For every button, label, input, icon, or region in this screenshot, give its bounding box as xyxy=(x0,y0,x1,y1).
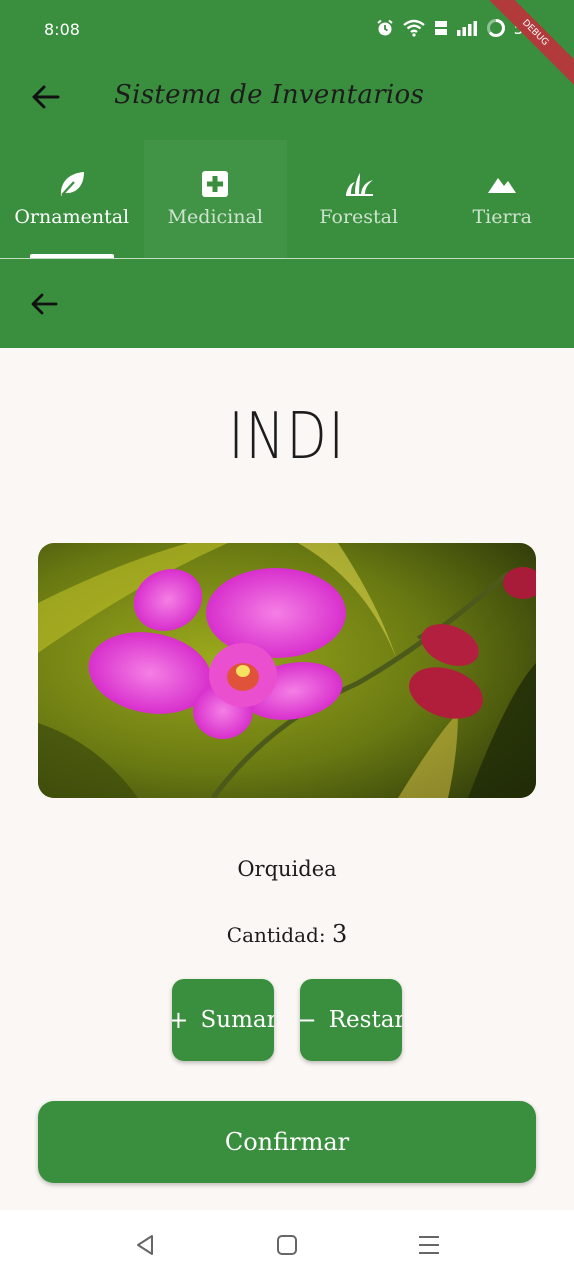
app-header: 8:08 DEBUG Sistema de Inventarios Orname… xyxy=(0,0,574,348)
confirm-button[interactable]: Confirmar xyxy=(38,1101,536,1183)
remove-button[interactable]: − Restar xyxy=(300,979,402,1061)
secondary-back-arrow-icon[interactable] xyxy=(28,288,60,320)
tab-divider xyxy=(0,258,574,259)
tab-label: Medicinal xyxy=(167,206,263,228)
tab-label: Ornamental xyxy=(14,206,130,228)
alarm-icon xyxy=(377,19,393,36)
quantity-display: Cantidad: 3 xyxy=(0,920,574,948)
product-image xyxy=(38,543,536,798)
leaf-icon xyxy=(60,172,84,196)
tab-ornamental[interactable]: Ornamental xyxy=(0,140,144,258)
product-name: INDI xyxy=(228,400,346,474)
add-button-label: Sumar xyxy=(200,1007,274,1033)
system-nav-bar xyxy=(0,1210,574,1280)
battery-ring-icon xyxy=(486,19,505,37)
medical-cross-icon xyxy=(202,171,229,197)
tab-forestal[interactable]: Forestal xyxy=(287,140,431,258)
back-arrow-icon[interactable] xyxy=(28,80,62,114)
nav-menu-icon[interactable] xyxy=(416,1232,442,1258)
tab-tierra[interactable]: Tierra xyxy=(431,140,574,258)
mountain-icon xyxy=(488,178,517,193)
quantity-value: 3 xyxy=(331,920,348,948)
quantity-label: Cantidad: xyxy=(226,923,326,947)
tab-label: Tierra xyxy=(472,206,533,228)
category-tabs: Ornamental Medicinal Forestal Tierra xyxy=(0,140,574,258)
tab-label: Forestal xyxy=(319,206,399,228)
nav-home-icon[interactable] xyxy=(274,1232,300,1258)
add-button[interactable]: + Sumar xyxy=(172,979,274,1061)
page-title: Sistema de Inventarios xyxy=(114,80,425,110)
volte-icon xyxy=(434,21,447,35)
status-time: 8:08 xyxy=(44,20,80,39)
tab-medicinal[interactable]: Medicinal xyxy=(143,140,287,258)
minus-icon: − xyxy=(300,1006,317,1034)
status-bar: 8:08 DEBUG xyxy=(0,0,574,93)
plant-type-label: Orquidea xyxy=(237,857,337,881)
remove-button-label: Restar xyxy=(328,1007,402,1033)
app-bar: Sistema de Inventarios xyxy=(0,62,574,132)
grass-icon xyxy=(345,173,373,196)
plus-icon: + xyxy=(172,1006,189,1034)
nav-back-icon[interactable] xyxy=(132,1232,158,1258)
signal-icon xyxy=(456,21,477,36)
wifi-icon xyxy=(402,19,425,37)
